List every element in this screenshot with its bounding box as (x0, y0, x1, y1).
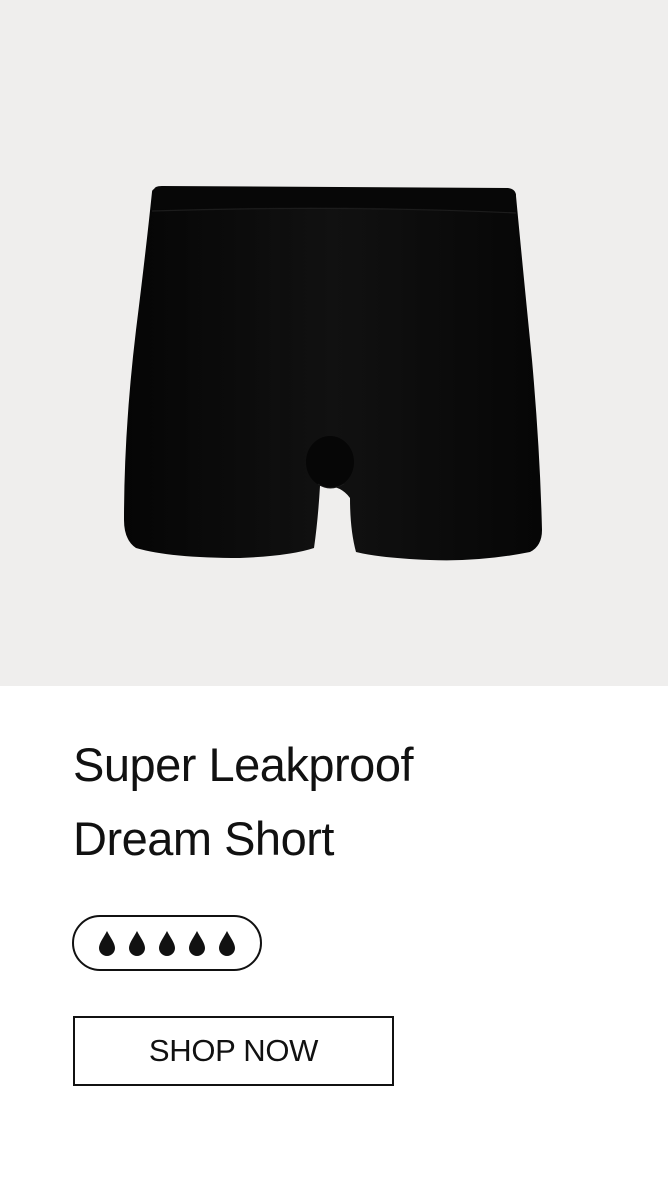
drop-icon (219, 931, 235, 956)
drop-icon (129, 931, 145, 956)
drop-icon (159, 931, 175, 956)
dream-short-garment (124, 186, 542, 561)
drop-icon (189, 931, 205, 956)
product-title-line-1: Super Leakproof (73, 738, 414, 791)
shop-now-button[interactable]: SHOP NOW (73, 1016, 394, 1086)
absorbency-rating-badge (72, 915, 262, 971)
product-image[interactable] (0, 0, 668, 686)
product-title-line-2: Dream Short (73, 812, 334, 865)
drop-icon (99, 931, 115, 956)
product-title[interactable]: Super Leakproof Dream Short (73, 728, 593, 876)
